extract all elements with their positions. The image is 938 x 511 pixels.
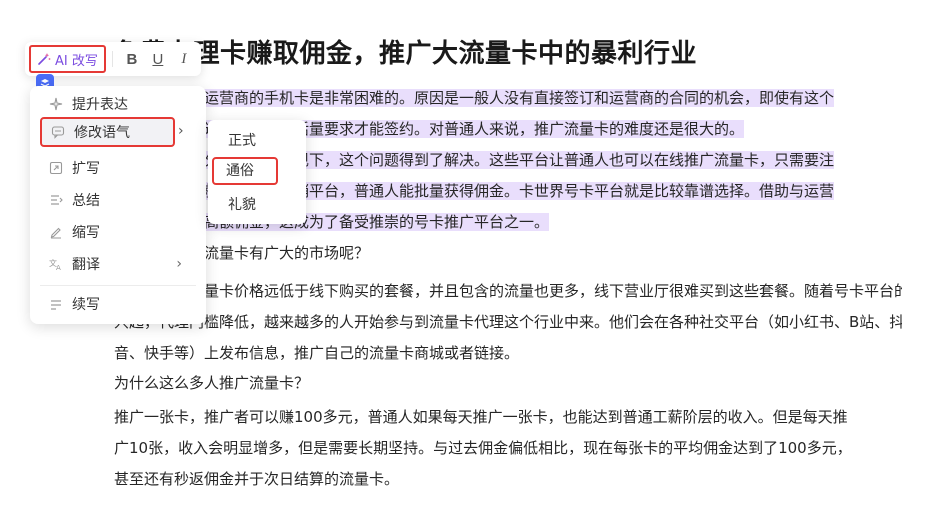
menu-item-change-tone[interactable]: 修改语气 [40,117,175,147]
italic-button[interactable]: I [171,51,197,68]
tone-option-casual[interactable]: 通俗 [212,157,278,185]
paragraph-4[interactable]: 网上购买的流量卡价格远低于线下购买的套餐，并且包含的流量也更多，线下营业厅很难买… [114,276,902,369]
menu-item-enhance[interactable]: 提升表达 [40,89,196,119]
paragraph-5[interactable]: 为什么这么多人推广流量卡？ [114,368,902,399]
pen-icon [48,224,64,240]
continue-icon [48,296,64,312]
menu-item-label: 总结 [72,193,100,209]
menu-item-label: 提升表达 [72,97,128,113]
summary-icon [48,192,64,208]
paragraph-line: 广10张，收入会明显增多，但是需要长期坚持。与过去佣金偏低相比，现在每张卡的平均… [114,439,852,457]
tone-option-polite[interactable]: 礼貌 [214,191,300,219]
tone-option-formal[interactable]: 正式 [214,127,300,155]
chevron-right-icon: › [176,256,182,272]
magic-wand-icon [38,53,51,65]
menu-item-shorten[interactable]: 缩写 [40,217,196,247]
paragraph-line: 为什么这么多人推广流量卡？ [114,374,310,392]
menu-item-continue[interactable]: 续写 [40,289,196,319]
paragraph-3[interactable]: 为什么说推广流量卡有广大的市场呢？ [114,238,902,269]
menu-item-label: 修改语气 [74,125,130,141]
menu-item-label: 翻译 [72,257,100,273]
expand-icon [48,160,64,176]
menu-divider [40,285,196,286]
tone-submenu: 正式 通俗 礼貌 [208,120,306,224]
toolbar-divider [111,51,113,67]
document-title: 免费办理卡赚取佣金，推广大流量卡中的暴利行业 [114,39,698,69]
paragraph-line: 推广一张卡，推广者可以赚100多元，普通人如果每天推广一张卡，也能达到普通工薪阶… [114,408,848,426]
ai-menu: 提升表达 修改语气 › 扩写 总结 缩写 文A 翻译 › 续写 [30,86,206,324]
paragraph-line: 甚至还有秒返佣金并于次日结算的流量卡。 [114,470,400,488]
paragraph-line: 为什么说推广流量卡有广大的市场呢？ [114,244,370,262]
translate-icon: 文A [48,256,64,272]
menu-item-translate[interactable]: 文A 翻译 › [40,249,196,279]
chat-bubble-icon [50,124,66,140]
svg-text:A: A [56,264,61,271]
paragraph-line: 以往，要推广运营商的手机卡是非常困难的。原因是一般人没有直接签订和运营商的合同的… [114,89,835,107]
paragraph-6[interactable]: 推广一张卡，推广者可以赚100多元，普通人如果每天推广一张卡，也能达到普通工薪阶… [114,402,902,495]
ai-rewrite-label: AI 改写 [55,53,98,69]
menu-item-label: 缩写 [72,225,100,241]
chevron-right-icon: › [178,123,184,139]
floating-toolbar: AI 改写 B U I [25,42,201,76]
paragraph-line: 音、快手等）上发布信息，推广自己的流量卡商城或者链接。 [114,344,520,362]
paragraph-line: 网上购买的流量卡价格远低于线下购买的套餐，并且包含的流量也更多，线下营业厅很难买… [114,282,902,300]
underline-button[interactable]: U [145,51,171,68]
sparkle-icon [48,96,64,112]
menu-item-summarize[interactable]: 总结 [40,185,196,215]
bold-button[interactable]: B [119,51,145,68]
paragraph-line: 兴起，代理门槛降低，越来越多的人开始参与到流量卡代理这个行业中来。他们会在各种社… [114,313,902,331]
menu-item-label: 续写 [72,297,100,313]
menu-item-label: 扩写 [72,161,100,177]
menu-item-expand[interactable]: 扩写 [40,153,196,183]
ai-rewrite-button[interactable]: AI 改写 [29,45,106,73]
